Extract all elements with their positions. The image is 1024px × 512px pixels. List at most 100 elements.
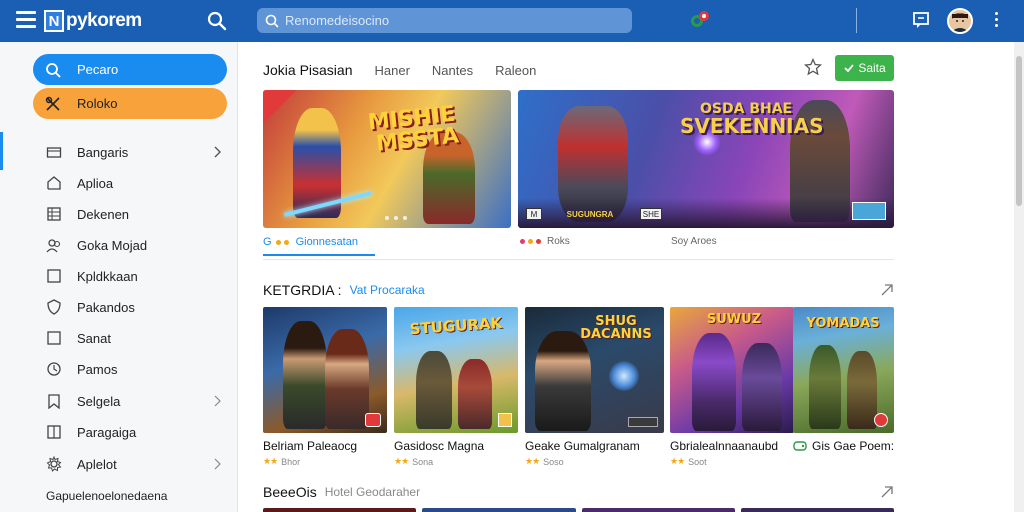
sidebar-item-label: Pamos [77, 361, 118, 377]
chevron-right-icon [214, 146, 221, 158]
section-link[interactable]: Hotel Geodaraher [325, 485, 420, 499]
sidebar-item-goka-mojad[interactable]: Goka Mojad [46, 235, 226, 255]
featured-banner[interactable]: MISHIE MSSTA [263, 90, 511, 228]
game-title: Geake Gumalgranam [525, 439, 640, 453]
controller-icon [793, 441, 807, 451]
notification-icon[interactable] [689, 9, 711, 31]
tab-raleon[interactable]: Raleon [495, 63, 536, 78]
sidebar-item-label: Gapuelenoelonedaena [46, 489, 168, 503]
sidebar-item-label: Aplioa [77, 175, 114, 191]
sidebar-item-label: Pakandos [77, 299, 135, 315]
clock-icon [47, 362, 61, 376]
search-bar[interactable] [257, 8, 857, 33]
section-link[interactable]: Vat Procaraka [350, 283, 425, 297]
game-card[interactable]: SUWUZ Gbrialealnnaanaubd ★★ Soot [670, 307, 794, 467]
sidebar-item-bangaris[interactable]: Bangaris [46, 142, 226, 162]
more-options-icon[interactable] [993, 12, 999, 30]
banner-caption[interactable]: G Gionnesatan [263, 236, 358, 248]
book-icon [47, 425, 61, 439]
section-header: KETGRDIA : Vat Procaraka [263, 282, 425, 298]
banner-badge: SHE [640, 208, 662, 220]
sidebar-item-label: Dekenen [77, 206, 130, 222]
game-card[interactable]: Belriam Paleaocg ★★ Bhor [263, 307, 387, 467]
sidebar-item-label: Kpldkkaan [77, 268, 138, 284]
check-icon [844, 64, 855, 73]
sidebar-item-sanat[interactable]: Sanat [46, 328, 226, 348]
game-card[interactable]: STUGURAK Gasidosc Magna ★★ Sona [394, 307, 518, 467]
search-icon[interactable] [207, 11, 227, 31]
sidebar: Pecaro Roloko Bangaris Aplioa Dekenen Go… [0, 42, 238, 512]
sidebar-item-label: Aplelot [77, 456, 117, 472]
tab-main[interactable]: Jokia Pisasian [263, 62, 353, 78]
rating-stars: ★★ [525, 456, 540, 466]
rating-stars: ★★ [670, 456, 685, 466]
sidebar-item-label: Selgela [77, 393, 121, 409]
folder-icon [46, 147, 62, 158]
game-meta: ★★ Sona [394, 456, 434, 467]
sidebar-item-kpldkkaan[interactable]: Kpldkkaan [46, 266, 226, 286]
sidebar-item-aplelot[interactable]: Aplelot [46, 454, 226, 474]
game-thumbnail [263, 307, 387, 433]
next-row-thumbnails [263, 508, 894, 512]
tab-bar: Jokia Pisasian Haner Nantes Raleon [263, 60, 558, 80]
game-card[interactable]: YOMADAS Gis Gae Poem: [793, 307, 894, 456]
bookmark-icon [48, 394, 60, 409]
gear-icon [46, 456, 62, 472]
app-logo[interactable]: N pykorem [44, 9, 142, 33]
active-tab-underline [263, 254, 375, 256]
game-title: Gasidosc Magna [394, 439, 485, 453]
main-content: Jokia Pisasian Haner Nantes Raleon Saita… [239, 42, 1024, 512]
sidebar-pill-label: Pecaro [77, 62, 119, 77]
sidebar-item-paragaiga[interactable]: Paragaiga [46, 422, 226, 442]
tools-icon [45, 96, 60, 111]
rating-stars: ★★ [263, 456, 278, 466]
game-title: Gbrialealnnaanaubd [670, 439, 779, 453]
banner-caption[interactable]: Soy Aroes [671, 236, 717, 247]
avatar[interactable] [947, 8, 973, 34]
top-bar: N pykorem [0, 0, 1024, 42]
sidebar-pill-secondary[interactable]: Roloko [33, 88, 227, 119]
featured-banner[interactable]: OSDA BHAE SVEKENNIAS M SUGUNGRA SHE [518, 90, 894, 228]
chat-icon[interactable] [912, 11, 930, 29]
sidebar-item-pakandos[interactable]: Pakandos [46, 297, 226, 317]
sidebar-item-label: Sanat [77, 330, 111, 346]
sidebar-item-selgela[interactable]: Selgela [46, 391, 226, 411]
game-thumbnail: SHUG DACANNS [525, 307, 664, 433]
user-group-icon [46, 239, 61, 253]
divider [263, 259, 894, 260]
game-card[interactable]: SHUG DACANNS Geake Gumalgranam ★★ Soso [525, 307, 664, 467]
tab-nantes[interactable]: Nantes [432, 63, 473, 78]
home-icon [47, 176, 61, 190]
menu-icon[interactable] [16, 11, 36, 29]
banner-caption[interactable]: Roks [520, 236, 570, 247]
sidebar-pill-primary[interactable]: Pecaro [33, 54, 227, 85]
scrollbar-thumb[interactable] [1016, 56, 1022, 206]
banner-ribbon [263, 90, 297, 124]
sidebar-item-pamos[interactable]: Pamos [46, 359, 226, 379]
scrollbar[interactable] [1014, 42, 1024, 512]
grid-icon [47, 207, 61, 221]
search-input[interactable] [285, 13, 605, 28]
sidebar-pill-label: Roloko [77, 96, 118, 111]
carousel-dots[interactable] [385, 216, 412, 220]
sidebar-item-aplioa[interactable]: Aplioa [46, 173, 226, 193]
rating-stars: ★★ [394, 456, 409, 466]
sidebar-item-dekenen[interactable]: Dekenen [46, 204, 226, 224]
chevron-right-icon [214, 458, 221, 470]
game-thumbnail: SUWUZ [670, 307, 794, 433]
star-icon[interactable] [804, 58, 822, 76]
banner-badge-text: SUGUNGRA [566, 209, 614, 219]
arrow-right-icon[interactable] [880, 485, 894, 499]
banner-app-badge [852, 202, 886, 220]
banner-badge: M [526, 208, 542, 220]
chevron-right-icon [214, 395, 221, 407]
subscribe-button[interactable]: Saita [835, 55, 894, 81]
sidebar-item-label: Bangaris [77, 144, 129, 160]
tab-haner[interactable]: Haner [375, 63, 410, 78]
search-icon [46, 62, 61, 78]
logo-mark: N [44, 10, 64, 32]
search-divider [856, 8, 857, 33]
sidebar-item-footer-link[interactable]: Gapuelenoelonedaena [46, 486, 226, 506]
sidebar-item-label: Paragaiga [77, 424, 137, 440]
arrow-right-icon[interactable] [880, 283, 894, 297]
